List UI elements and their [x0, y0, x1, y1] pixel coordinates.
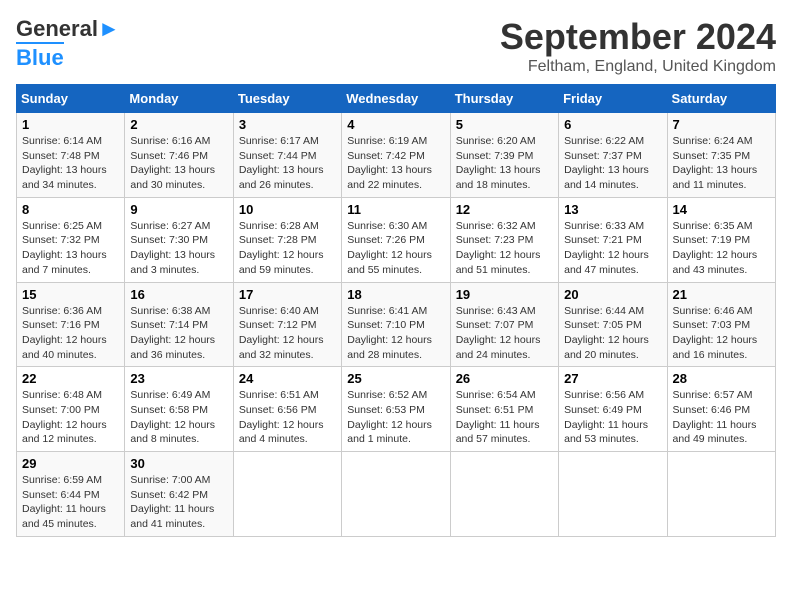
- weekday-header-tuesday: Tuesday: [233, 85, 341, 113]
- logo-text: General►: [16, 16, 120, 42]
- weekday-header-row: SundayMondayTuesdayWednesdayThursdayFrid…: [17, 85, 776, 113]
- weekday-header-monday: Monday: [125, 85, 233, 113]
- calendar-week-2: 8Sunrise: 6:25 AMSunset: 7:32 PMDaylight…: [17, 197, 776, 282]
- calendar-cell: 11Sunrise: 6:30 AMSunset: 7:26 PMDayligh…: [342, 197, 450, 282]
- month-title: September 2024: [500, 16, 776, 58]
- calendar-cell: 7Sunrise: 6:24 AMSunset: 7:35 PMDaylight…: [667, 113, 775, 198]
- logo-blue-text: Blue: [16, 42, 64, 71]
- calendar-cell: 25Sunrise: 6:52 AMSunset: 6:53 PMDayligh…: [342, 367, 450, 452]
- calendar-cell: 22Sunrise: 6:48 AMSunset: 7:00 PMDayligh…: [17, 367, 125, 452]
- calendar-cell: 16Sunrise: 6:38 AMSunset: 7:14 PMDayligh…: [125, 282, 233, 367]
- calendar-cell: 8Sunrise: 6:25 AMSunset: 7:32 PMDaylight…: [17, 197, 125, 282]
- calendar-cell: 4Sunrise: 6:19 AMSunset: 7:42 PMDaylight…: [342, 113, 450, 198]
- calendar-cell: 10Sunrise: 6:28 AMSunset: 7:28 PMDayligh…: [233, 197, 341, 282]
- calendar-cell: 30Sunrise: 7:00 AMSunset: 6:42 PMDayligh…: [125, 452, 233, 537]
- calendar-cell: 3Sunrise: 6:17 AMSunset: 7:44 PMDaylight…: [233, 113, 341, 198]
- calendar-cell: 5Sunrise: 6:20 AMSunset: 7:39 PMDaylight…: [450, 113, 558, 198]
- calendar-cell: 1Sunrise: 6:14 AMSunset: 7:48 PMDaylight…: [17, 113, 125, 198]
- calendar-cell: 26Sunrise: 6:54 AMSunset: 6:51 PMDayligh…: [450, 367, 558, 452]
- calendar-cell: 24Sunrise: 6:51 AMSunset: 6:56 PMDayligh…: [233, 367, 341, 452]
- weekday-header-thursday: Thursday: [450, 85, 558, 113]
- calendar-cell: [233, 452, 341, 537]
- calendar-week-1: 1Sunrise: 6:14 AMSunset: 7:48 PMDaylight…: [17, 113, 776, 198]
- weekday-header-friday: Friday: [559, 85, 667, 113]
- calendar-week-4: 22Sunrise: 6:48 AMSunset: 7:00 PMDayligh…: [17, 367, 776, 452]
- calendar-week-5: 29Sunrise: 6:59 AMSunset: 6:44 PMDayligh…: [17, 452, 776, 537]
- calendar-cell: 29Sunrise: 6:59 AMSunset: 6:44 PMDayligh…: [17, 452, 125, 537]
- calendar-cell: 9Sunrise: 6:27 AMSunset: 7:30 PMDaylight…: [125, 197, 233, 282]
- page-header: General► Blue September 2024 Feltham, En…: [16, 16, 776, 76]
- location: Feltham, England, United Kingdom: [500, 58, 776, 76]
- calendar-cell: [450, 452, 558, 537]
- calendar-cell: 14Sunrise: 6:35 AMSunset: 7:19 PMDayligh…: [667, 197, 775, 282]
- calendar-week-3: 15Sunrise: 6:36 AMSunset: 7:16 PMDayligh…: [17, 282, 776, 367]
- calendar-cell: 21Sunrise: 6:46 AMSunset: 7:03 PMDayligh…: [667, 282, 775, 367]
- calendar-cell: 18Sunrise: 6:41 AMSunset: 7:10 PMDayligh…: [342, 282, 450, 367]
- calendar-cell: 17Sunrise: 6:40 AMSunset: 7:12 PMDayligh…: [233, 282, 341, 367]
- calendar-cell: 28Sunrise: 6:57 AMSunset: 6:46 PMDayligh…: [667, 367, 775, 452]
- calendar-cell: 6Sunrise: 6:22 AMSunset: 7:37 PMDaylight…: [559, 113, 667, 198]
- calendar-cell: 15Sunrise: 6:36 AMSunset: 7:16 PMDayligh…: [17, 282, 125, 367]
- calendar-cell: [667, 452, 775, 537]
- calendar-table: SundayMondayTuesdayWednesdayThursdayFrid…: [16, 84, 776, 537]
- title-section: September 2024 Feltham, England, United …: [500, 16, 776, 76]
- calendar-cell: 13Sunrise: 6:33 AMSunset: 7:21 PMDayligh…: [559, 197, 667, 282]
- weekday-header-sunday: Sunday: [17, 85, 125, 113]
- calendar-cell: 12Sunrise: 6:32 AMSunset: 7:23 PMDayligh…: [450, 197, 558, 282]
- calendar-cell: [342, 452, 450, 537]
- calendar-cell: 20Sunrise: 6:44 AMSunset: 7:05 PMDayligh…: [559, 282, 667, 367]
- calendar-cell: 2Sunrise: 6:16 AMSunset: 7:46 PMDaylight…: [125, 113, 233, 198]
- calendar-cell: 23Sunrise: 6:49 AMSunset: 6:58 PMDayligh…: [125, 367, 233, 452]
- calendar-cell: [559, 452, 667, 537]
- logo: General► Blue: [16, 16, 120, 71]
- weekday-header-saturday: Saturday: [667, 85, 775, 113]
- weekday-header-wednesday: Wednesday: [342, 85, 450, 113]
- calendar-cell: 27Sunrise: 6:56 AMSunset: 6:49 PMDayligh…: [559, 367, 667, 452]
- calendar-cell: 19Sunrise: 6:43 AMSunset: 7:07 PMDayligh…: [450, 282, 558, 367]
